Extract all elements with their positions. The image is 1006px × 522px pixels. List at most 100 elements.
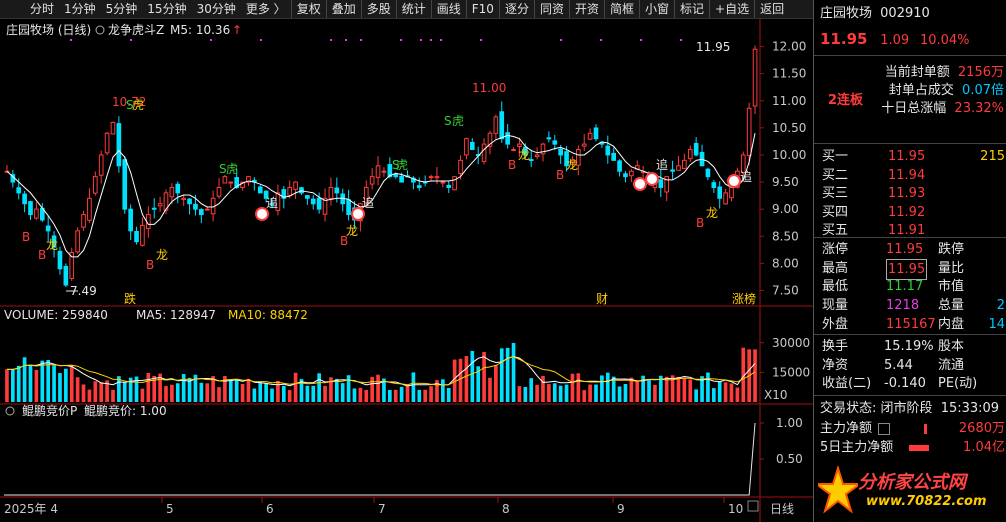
volume-bar — [482, 352, 486, 402]
volume-bar — [605, 372, 610, 402]
volume-bars — [5, 343, 757, 402]
volume-bar — [311, 385, 316, 402]
stat-label-2: 市值 — [938, 279, 965, 295]
toolbar-item-8[interactable]: 多股 — [360, 0, 396, 18]
doc-icon[interactable] — [878, 422, 891, 435]
vol-tick-label: 15000 — [772, 365, 810, 379]
candle — [63, 265, 69, 286]
toolbar-item-3[interactable]: 15分钟 — [142, 0, 191, 18]
chart-tag-s: S — [392, 158, 400, 172]
toolbar-item-13[interactable]: 同资 — [533, 0, 569, 18]
add-signal-icon — [351, 207, 365, 221]
candle — [334, 187, 340, 194]
stat-row: 最低 11.17 市值 — [814, 277, 1006, 296]
volume-bar — [287, 390, 292, 402]
volume-bar — [305, 385, 310, 402]
signal-dot — [440, 39, 442, 41]
chart-area[interactable]: 12.00 11.50 11.00 10.50 10.00 9.50 9.00 8.50 8.0… — [0, 19, 813, 522]
site-logo: 分析家公式网 www.70822.com — [816, 462, 1005, 520]
toolbar-item-7[interactable]: 叠加 — [325, 0, 361, 18]
toolbar-item-10[interactable]: 画线 — [430, 0, 466, 18]
candle — [34, 208, 39, 219]
volume-bar — [276, 380, 280, 402]
indicator-name: 龙争虎斗Z — [108, 23, 164, 37]
seal-ratio-value: 0.07倍 — [962, 83, 1004, 98]
stat2-label-2: PE(动) — [938, 376, 978, 392]
chart-tag-tiger: 虎 — [132, 98, 144, 112]
bid-row: 买一 11.95 215 — [814, 147, 1006, 166]
peak-price-label: 11.95 — [696, 40, 730, 54]
toolbar-item-18[interactable]: +自选 — [709, 0, 754, 18]
toolbar-item-6[interactable]: 复权 — [290, 0, 326, 18]
stat-value: 11.17 — [886, 279, 924, 295]
toolbar-item-4[interactable]: 30分钟 — [192, 0, 241, 18]
sub-indicator-value: 鲲鹏竞价: 1.00 — [84, 404, 167, 418]
volume-bar — [217, 387, 221, 402]
signal-dot — [330, 39, 332, 41]
signal-dot — [210, 39, 212, 41]
volume-bar — [240, 384, 245, 402]
volume-bar — [694, 389, 698, 402]
candle — [705, 168, 711, 178]
vol-tick-label: 30000 — [772, 336, 810, 350]
stat-value-2: 2 — [996, 298, 1005, 314]
volume-bar — [75, 377, 80, 402]
volume-bar — [594, 384, 598, 402]
candle — [228, 181, 234, 184]
stat-label: 最高 — [822, 260, 849, 276]
seal-amount-row: 当前封单额 2156万 — [824, 63, 1004, 82]
volume-bar — [323, 385, 327, 402]
toolbar-item-11[interactable]: F10 — [465, 0, 499, 18]
bid-row: 买二 11.94 — [814, 166, 1006, 185]
toolbar-item-9[interactable]: 统计 — [395, 0, 431, 18]
period-label: 日线 — [770, 502, 794, 516]
chart-tag-fin: 财 — [596, 292, 608, 306]
volume-bar — [405, 384, 410, 402]
candle — [687, 149, 693, 160]
candle — [104, 132, 110, 154]
volume-bar — [588, 384, 592, 402]
bid-label: 买三 — [822, 186, 849, 201]
signal-dot — [560, 39, 562, 41]
ma5-arrow: ↑ — [232, 23, 242, 37]
candle — [499, 111, 505, 140]
volume-bar — [617, 386, 622, 402]
toolbar-item-1[interactable]: 1分钟 — [59, 0, 101, 18]
sub-indicator-line — [4, 422, 756, 496]
toolbar-item-0[interactable]: 分时 — [0, 0, 59, 18]
candle — [611, 152, 617, 161]
candle — [22, 193, 27, 205]
chart-tag-tiger: 虎 — [226, 162, 238, 176]
candle — [92, 176, 98, 194]
chart-tag-buy: B — [696, 216, 704, 230]
candle — [558, 148, 563, 156]
volume-bar — [635, 380, 640, 402]
stat-label-2: 量比 — [938, 260, 965, 276]
volume-bar — [511, 343, 516, 402]
candle — [157, 203, 163, 207]
y-tick-label: 9.00 — [772, 202, 799, 216]
main-net-bar — [924, 423, 928, 434]
toolbar-item-14[interactable]: 开资 — [568, 0, 604, 18]
volume-bar — [52, 365, 56, 402]
five-day-row: 5日主力净额 1.04亿 — [820, 438, 1006, 457]
toolbar-item-19[interactable]: 返回 — [754, 0, 789, 18]
toolbar-item-15[interactable]: 简框 — [603, 0, 639, 18]
candle — [75, 230, 80, 253]
toolbar-item-17[interactable]: 标记 — [674, 0, 709, 18]
toolbar-item-2[interactable]: 5分钟 — [101, 0, 143, 18]
signal-dot — [70, 39, 72, 41]
volume-bar — [488, 377, 492, 402]
high-price-label: 11.00 — [472, 81, 506, 95]
toolbar-item-5[interactable]: 更多 〉 — [241, 0, 291, 18]
volume-bar — [388, 390, 392, 402]
volume-label: VOLUME: 259840 — [4, 308, 108, 322]
price-change-pct: 10.04% — [919, 33, 970, 48]
toolbar-item-12[interactable]: 逐分 — [498, 0, 534, 18]
x-month-label: 5 — [166, 502, 174, 516]
toolbar-item-16[interactable]: 小窗 — [639, 0, 674, 18]
bid-price: 11.94 — [888, 167, 926, 183]
y-tick-label: 7.50 — [772, 283, 799, 297]
chart-tag-drop: 跌 — [124, 291, 136, 306]
candle — [469, 141, 475, 151]
